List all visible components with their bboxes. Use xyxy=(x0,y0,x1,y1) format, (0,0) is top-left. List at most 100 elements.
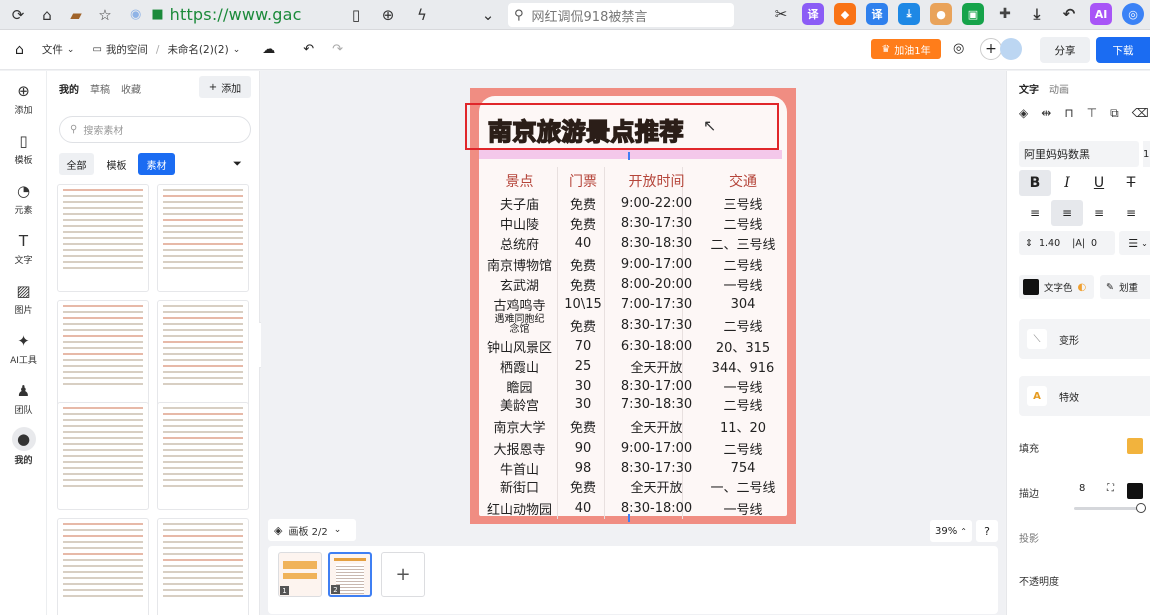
align-left-icon[interactable]: ≡ xyxy=(1019,200,1051,226)
download-icon[interactable]: ⤓ xyxy=(1026,3,1048,25)
border-width-input[interactable]: 8 xyxy=(1079,483,1093,494)
rail-label: 我的 xyxy=(14,456,33,466)
undo-icon[interactable]: ↶ xyxy=(303,42,314,57)
italic-icon[interactable]: I xyxy=(1051,170,1083,196)
address-bar[interactable]: ◉ ■ https://www.gac xyxy=(130,3,302,27)
undo-icon[interactable]: ↶ xyxy=(1058,3,1080,25)
asset-thumbnail[interactable] xyxy=(57,300,149,408)
help-button[interactable]: ? xyxy=(976,520,998,542)
zoom-control[interactable]: 39% ⌃ xyxy=(930,520,972,542)
rail-item-text[interactable]: T 文字 xyxy=(0,231,47,266)
download-ext-icon[interactable]: ⤓ xyxy=(898,3,920,25)
translate-ext-icon[interactable]: 译 xyxy=(802,3,824,25)
add-asset-button[interactable]: + 添加 xyxy=(199,76,251,98)
cloud-icon[interactable]: ☁ xyxy=(262,42,275,57)
asset-thumbnail[interactable] xyxy=(157,518,249,615)
page-thumbnail-1[interactable]: 1 xyxy=(278,552,322,597)
cell-name: 新街口 xyxy=(499,481,539,496)
home-icon[interactable]: ⌂ xyxy=(36,4,58,26)
rail-item-images[interactable]: ▨ 图片 xyxy=(0,281,47,316)
tab-mine[interactable]: 我的 xyxy=(59,81,79,96)
breadcrumb-space[interactable]: ▭ 我的空间 xyxy=(92,42,147,57)
gamepad-icon[interactable]: ◆ xyxy=(834,3,856,25)
filter-materials[interactable]: 素材 xyxy=(138,153,175,175)
align-right-icon[interactable]: ≡ xyxy=(1083,200,1115,226)
border-style-icon[interactable]: ⛶ xyxy=(1107,483,1114,494)
book-ext-icon[interactable]: ▣ xyxy=(962,3,984,25)
border-color-swatch[interactable] xyxy=(1127,483,1143,499)
share-button[interactable]: 分享 xyxy=(1040,37,1090,63)
home-icon[interactable]: ⌂ xyxy=(15,42,24,58)
delete-icon[interactable]: ⌫ xyxy=(1132,106,1149,121)
font-family-select[interactable]: 阿里妈妈数黑 xyxy=(1019,141,1139,167)
lock-icon[interactable]: ⊓ xyxy=(1064,106,1073,121)
clipboard-icon[interactable]: ▯ xyxy=(345,4,367,26)
layers-icon[interactable]: ◈ xyxy=(1019,106,1028,121)
spacing-control[interactable]: ⇕ 1.40 |A| 0 xyxy=(1019,231,1115,255)
transform-card[interactable]: ⟍ 变形 xyxy=(1019,319,1150,359)
browser-search-box[interactable]: ⚲ 网红调侃918被禁言 xyxy=(508,3,734,27)
vip-button[interactable]: ♛ 加油1年 xyxy=(871,39,941,59)
effects-card[interactable]: A 特效 ⌄ xyxy=(1019,376,1150,416)
page-thumbnail-2[interactable]: 2 xyxy=(328,552,372,597)
bookmark-star-icon[interactable]: ☆ xyxy=(94,4,116,26)
copy-icon[interactable]: ⧉ xyxy=(1110,106,1119,121)
align-center-icon[interactable]: ≡ xyxy=(1051,200,1083,226)
tab-text[interactable]: 文字 xyxy=(1019,81,1039,96)
browser-logo-icon[interactable]: ◎ xyxy=(1122,3,1144,25)
redo-icon[interactable]: ↷ xyxy=(332,42,343,57)
rail-item-add[interactable]: ⊕ 添加 xyxy=(0,81,47,116)
asset-thumbnail[interactable] xyxy=(57,184,149,292)
add-page-button[interactable]: + xyxy=(381,552,425,597)
asset-thumbnail[interactable] xyxy=(57,402,149,510)
target-icon[interactable]: ◎ xyxy=(953,41,964,56)
tab-animation[interactable]: 动画 xyxy=(1049,81,1069,96)
add-collaborator-icon[interactable]: + xyxy=(980,38,1002,60)
format-painter-icon[interactable]: ⊤ xyxy=(1087,106,1097,121)
strikethrough-icon[interactable]: T xyxy=(1115,170,1147,196)
asset-thumbnail[interactable] xyxy=(157,402,249,510)
asset-thumbnail[interactable] xyxy=(57,518,149,615)
doc-name[interactable]: 未命名(2)(2) ⌄ xyxy=(167,42,240,57)
ai-ext-icon[interactable]: AI xyxy=(1090,3,1112,25)
rail-item-templates[interactable]: ▯ 模板 xyxy=(0,131,47,166)
scissors-icon[interactable]: ✂ xyxy=(770,3,792,25)
highlight-control[interactable]: ✎ 划重 xyxy=(1100,275,1150,299)
opacity-slider-knob[interactable] xyxy=(1136,503,1146,513)
bold-icon[interactable]: B xyxy=(1019,170,1051,196)
file-menu[interactable]: 文件 ⌄ xyxy=(42,42,75,57)
rail-item-elements[interactable]: ◔ 元素 xyxy=(0,181,47,216)
filter-templates[interactable]: 模板 xyxy=(99,153,134,175)
translate-ext-2-icon[interactable]: 译 xyxy=(866,3,888,25)
selection-box[interactable] xyxy=(465,103,779,150)
refresh-icon[interactable]: ⟳ xyxy=(7,4,29,26)
zoom-icon[interactable]: ⊕ xyxy=(377,4,399,26)
flip-icon[interactable]: ⇹ xyxy=(1041,106,1051,121)
tab-favorites[interactable]: 收藏 xyxy=(121,81,141,96)
page-indicator[interactable]: ◈ 画板 2/2 ⌄ xyxy=(268,519,356,541)
font-size-input[interactable]: 1 xyxy=(1143,141,1150,167)
list-style-button[interactable]: ☰ ⌄ xyxy=(1119,231,1150,255)
dog-ext-icon[interactable]: ● xyxy=(930,3,952,25)
rail-item-mine[interactable]: ● 我的 xyxy=(0,427,47,466)
download-button[interactable]: 下载 xyxy=(1096,37,1150,63)
text-color-control[interactable]: 文字色 ◐ xyxy=(1019,275,1094,299)
asset-search-input[interactable]: ⚲ 搜索素材 xyxy=(59,116,251,143)
asset-thumbnail[interactable] xyxy=(157,184,249,292)
rail-item-ai-tools[interactable]: ✦ AI工具 xyxy=(0,331,47,366)
fill-swatch[interactable] xyxy=(1127,438,1143,454)
avatar[interactable] xyxy=(1000,38,1022,60)
lightning-icon[interactable]: ϟ xyxy=(411,4,433,26)
underline-icon[interactable]: U xyxy=(1083,170,1115,196)
tab-drafts[interactable]: 草稿 xyxy=(90,81,110,96)
justify-icon[interactable]: ≡ xyxy=(1115,200,1147,226)
filter-all[interactable]: 全部 xyxy=(59,153,94,175)
chevron-down-icon[interactable]: ⌄ xyxy=(477,4,499,26)
rail-item-team[interactable]: ♟ 团队 xyxy=(0,381,47,416)
resize-handle[interactable] xyxy=(628,152,630,160)
puzzle-icon[interactable]: ✚ xyxy=(994,3,1016,25)
briefcase-icon[interactable]: ▰ xyxy=(65,4,87,26)
letter-spacing-value: 0 xyxy=(1091,237,1098,249)
asset-thumbnail[interactable] xyxy=(157,300,249,408)
filter-icon[interactable]: ⏷ xyxy=(233,157,242,171)
